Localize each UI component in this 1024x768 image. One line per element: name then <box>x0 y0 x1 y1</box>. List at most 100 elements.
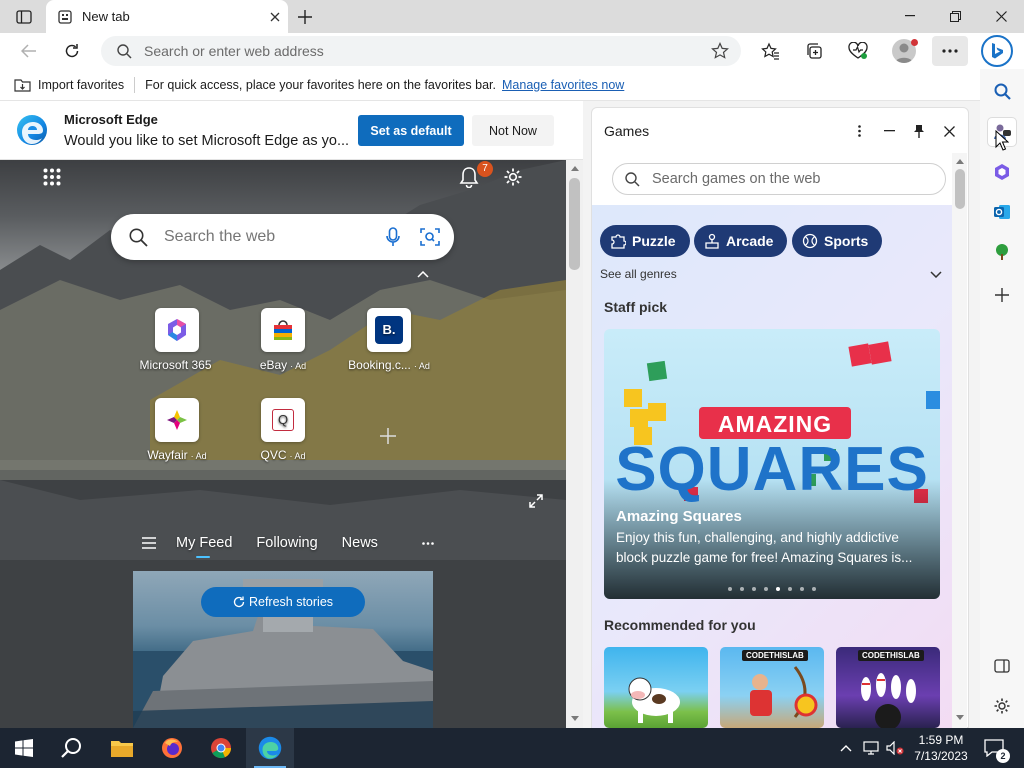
close-window-icon[interactable] <box>991 6 1011 26</box>
collapse-chevron-up-icon[interactable] <box>415 268 431 280</box>
sidebar-microsoft365-icon[interactable] <box>988 158 1016 186</box>
sidebar-tree-icon[interactable] <box>988 238 1016 266</box>
genre-puzzle-button[interactable]: Puzzle <box>600 225 690 257</box>
quick-link-wayfair[interactable]: Wayfair · Ad <box>127 398 227 462</box>
sidebar-outlook-icon[interactable] <box>988 198 1016 226</box>
import-favorites-button[interactable]: Import favorites <box>38 78 124 92</box>
favorites-bar: Import favorites For quick access, place… <box>0 69 980 101</box>
not-now-button[interactable]: Not Now <box>472 115 554 146</box>
page-settings-gear-icon[interactable] <box>501 165 525 189</box>
add-quick-link-plus-icon[interactable] <box>378 426 398 446</box>
page-scrollbar[interactable] <box>566 160 583 728</box>
carousel-dot[interactable] <box>752 587 756 591</box>
minimize-icon[interactable] <box>900 6 920 26</box>
scroll-down-arrow-icon[interactable] <box>569 714 580 722</box>
windows-start-icon[interactable] <box>0 728 48 768</box>
tab-new-tab[interactable]: New tab <box>46 0 288 33</box>
booking-logo-icon: B. <box>367 308 411 352</box>
tile-label: eBay <box>259 358 288 372</box>
sidebar-toggle-panel-icon[interactable] <box>988 652 1016 680</box>
set-as-default-button[interactable]: Set as default <box>358 115 464 146</box>
more-feed-options-icon[interactable] <box>422 541 434 545</box>
expand-icon[interactable] <box>527 492 545 510</box>
genre-sports-button[interactable]: Sports <box>792 225 883 257</box>
tab-actions-icon[interactable] <box>14 7 34 27</box>
address-bar[interactable]: Search or enter web address <box>101 36 741 66</box>
tab-my-feed[interactable]: My Feed <box>176 535 232 551</box>
edge-taskbar-icon[interactable] <box>246 728 294 768</box>
carousel-dot[interactable] <box>800 587 804 591</box>
tab-following[interactable]: Following <box>256 535 317 551</box>
expand-genres-chevron-icon[interactable] <box>928 268 944 280</box>
sidebar-settings-icon[interactable] <box>988 692 1016 720</box>
scroll-up-arrow-icon[interactable] <box>955 157 964 165</box>
quick-link-microsoft365[interactable]: Microsoft 365 <box>127 308 227 372</box>
scroll-thumb[interactable] <box>955 169 965 209</box>
show-hidden-icons-chevron-icon[interactable] <box>838 740 854 756</box>
windows-taskbar: 1:59 PM 7/13/2023 2 <box>0 728 1024 768</box>
clock[interactable]: 1:59 PM 7/13/2023 <box>910 732 972 764</box>
recommended-game-bowling[interactable]: CODETHISLAB <box>836 647 940 728</box>
add-favorite-star-icon[interactable] <box>711 42 729 60</box>
sidebar-add-icon[interactable] <box>988 281 1016 309</box>
browser-essentials-icon[interactable] <box>846 40 870 62</box>
panel-minimize-icon[interactable] <box>874 130 904 132</box>
notification-count-badge: 7 <box>477 161 493 177</box>
new-tab-page-icon <box>58 9 72 24</box>
games-panel-scrollbar[interactable] <box>952 153 967 728</box>
see-all-genres-link[interactable]: See all genres <box>600 267 677 281</box>
quick-link-booking[interactable]: B. Booking.c... · Ad <box>339 308 439 372</box>
codethislab-badge: CODETHISLAB <box>858 650 924 661</box>
staff-pick-title: Amazing Squares <box>616 508 742 525</box>
carousel-dot[interactable] <box>776 587 780 591</box>
new-tab-plus-icon[interactable] <box>294 6 316 28</box>
collections-icon[interactable] <box>803 41 825 61</box>
scroll-thumb[interactable] <box>569 178 580 270</box>
web-search-placeholder: Search the web <box>164 228 276 245</box>
apps-grid-icon[interactable] <box>41 166 63 188</box>
panel-pin-icon[interactable] <box>904 124 934 138</box>
tile-label: QVC <box>260 448 287 462</box>
refresh-icon[interactable] <box>61 41 83 61</box>
web-search-box[interactable]: Search the web <box>111 214 454 260</box>
restore-icon[interactable] <box>945 6 965 26</box>
staff-pick-card-amazing-squares[interactable]: AMAZING SQUARES Amazing Squares Enjoy th… <box>604 329 940 599</box>
carousel-dot[interactable] <box>812 587 816 591</box>
carousel-dot[interactable] <box>788 587 792 591</box>
panel-close-icon[interactable] <box>934 125 964 137</box>
panel-more-options-icon[interactable] <box>844 125 874 137</box>
carousel-dot[interactable] <box>740 587 744 591</box>
import-favorites-icon[interactable] <box>14 77 32 93</box>
quick-link-qvc[interactable]: Q QVC · Ad <box>233 398 333 462</box>
bing-chat-icon[interactable] <box>981 35 1013 67</box>
refresh-stories-button[interactable]: Refresh stories <box>201 587 365 617</box>
carousel-dot[interactable] <box>728 587 732 591</box>
volume-muted-icon[interactable] <box>885 739 905 757</box>
search-icon <box>625 171 640 187</box>
scroll-down-arrow-icon[interactable] <box>955 713 964 721</box>
sidebar-search-icon[interactable] <box>988 77 1016 105</box>
genre-arcade-button[interactable]: Arcade <box>694 225 788 257</box>
network-icon[interactable] <box>862 739 880 757</box>
visual-search-icon[interactable] <box>420 227 440 247</box>
quick-link-ebay[interactable]: eBay · Ad <box>233 308 333 372</box>
banner-message: Would you like to set Microsoft Edge as … <box>64 133 350 149</box>
back-arrow-icon[interactable] <box>18 41 40 61</box>
file-explorer-icon[interactable] <box>98 728 146 768</box>
manage-favorites-link[interactable]: Manage favorites now <box>502 78 624 92</box>
favorites-icon[interactable] <box>759 41 781 61</box>
more-options-icon[interactable] <box>932 36 968 66</box>
taskbar-search-icon[interactable] <box>48 728 96 768</box>
games-search-input[interactable]: Search games on the web <box>612 163 946 195</box>
recommended-game-cow[interactable] <box>604 647 708 728</box>
tab-news[interactable]: News <box>342 535 378 551</box>
chrome-icon[interactable] <box>197 728 245 768</box>
microphone-icon[interactable] <box>386 227 400 247</box>
firefox-icon[interactable] <box>148 728 196 768</box>
close-tab-icon[interactable] <box>270 12 280 22</box>
scroll-up-arrow-icon[interactable] <box>569 164 580 172</box>
hamburger-menu-icon[interactable] <box>142 537 156 549</box>
favorites-bar-message: For quick access, place your favorites h… <box>145 77 497 92</box>
carousel-dot[interactable] <box>764 587 768 591</box>
recommended-game-archery[interactable]: CODETHISLAB <box>720 647 824 728</box>
